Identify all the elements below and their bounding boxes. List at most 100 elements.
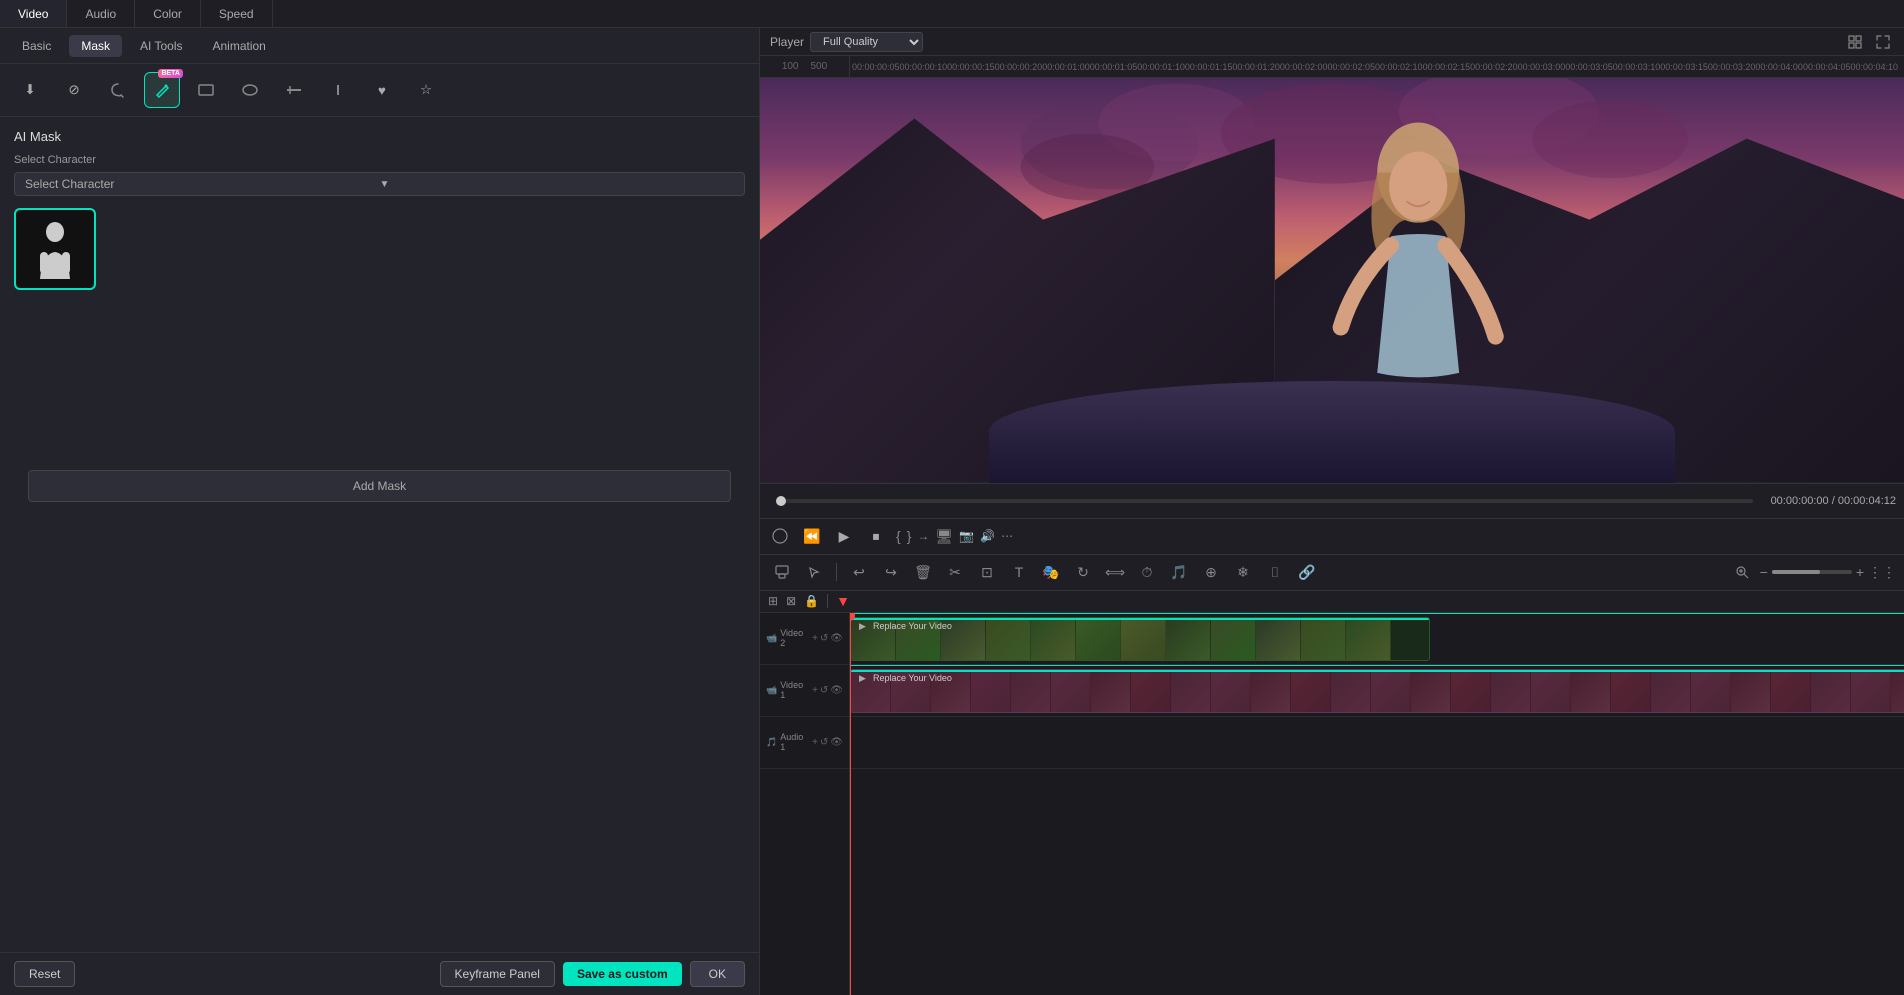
ruler-spacer: 100 500 <box>760 56 850 77</box>
clip-video2[interactable]: Replace Your Video ▶ <box>850 617 1430 661</box>
subtab-basic[interactable]: Basic <box>10 35 63 57</box>
lasso-tool-btn[interactable] <box>100 72 136 108</box>
clip-v2-label: Replace Your Video <box>873 621 952 631</box>
toolbar-link-btn[interactable]: 🔗 <box>1293 558 1321 586</box>
left-bottom-bar: Reset Keyframe Panel Save as custom OK <box>0 952 759 995</box>
toolbar-more-btn[interactable]: ⋮⋮ <box>1868 558 1896 586</box>
ai-mask-section: AI Mask Select Character Select Characte… <box>0 117 759 952</box>
toolbar-select-btn[interactable] <box>800 558 828 586</box>
add-mask-button[interactable]: Add Mask <box>28 470 731 502</box>
playhead-marker-icon: ▼ <box>836 593 850 609</box>
track-row-audio1 <box>850 717 1904 769</box>
bracket-left-icon[interactable]: { <box>896 528 901 544</box>
camera-icon[interactable]: 📷 <box>959 529 974 543</box>
fullscreen-icon[interactable] <box>1872 31 1894 53</box>
screen-icon[interactable]: 🖥 <box>935 528 953 545</box>
toolbar-redo-btn[interactable]: ↪ <box>877 558 905 586</box>
step-back-btn[interactable]: ⏪ <box>800 524 824 548</box>
toolbar-text-btn[interactable]: T <box>1005 558 1033 586</box>
tab-audio[interactable]: Audio <box>67 0 135 27</box>
film-frame <box>1531 670 1571 712</box>
toolbar-sticker-btn[interactable]: 🎭 <box>1037 558 1065 586</box>
star-tool-btn[interactable]: ☆ <box>408 72 444 108</box>
toolbar-flip-btn[interactable]: ⟺ <box>1101 558 1129 586</box>
right-panel: Player Full Quality Half Quality Quarter… <box>760 28 1904 995</box>
vline-tool-btn[interactable] <box>320 72 356 108</box>
track-row-video1: Replace Your Video ▶ <box>850 665 1904 717</box>
subtab-ai-tools[interactable]: AI Tools <box>128 35 194 57</box>
ruler-current-mark: 500 <box>811 61 828 72</box>
film-frame <box>1251 670 1291 712</box>
track-lock-icon[interactable]: 🔒 <box>804 594 819 608</box>
track-label-video2: 📹 Video 2 + ↺ 👁 <box>760 613 849 665</box>
person-layer <box>1218 118 1618 482</box>
pen-tool-btn[interactable]: BETA <box>144 72 180 108</box>
tab-color[interactable]: Color <box>135 0 201 27</box>
toolbar-zoom-in-btn[interactable] <box>1728 558 1756 586</box>
heart-tool-btn[interactable]: ♥ <box>364 72 400 108</box>
film-frame <box>1011 670 1051 712</box>
v2-replace-icon[interactable]: ↺ <box>820 633 828 644</box>
playback-progress[interactable] <box>776 499 1753 503</box>
download-tool-btn[interactable]: ⬇ <box>12 72 48 108</box>
v1-replace-icon[interactable]: ↺ <box>820 685 828 696</box>
v2-hide-icon[interactable]: 👁 <box>830 633 843 644</box>
toolbar-speed-btn[interactable]: ⏱ <box>1133 558 1161 586</box>
ellipse-tool-btn[interactable] <box>232 72 268 108</box>
toolbar-split-btn[interactable]: ⌷ <box>1261 558 1289 586</box>
save-custom-button[interactable]: Save as custom <box>563 962 682 986</box>
reset-button[interactable]: Reset <box>14 961 75 987</box>
add-track-icon[interactable]: ⊞ <box>768 594 778 608</box>
ok-button[interactable]: OK <box>690 961 745 987</box>
quality-select[interactable]: Full Quality Half Quality Quarter Qualit… <box>810 32 923 52</box>
toolbar-crop-btn[interactable]: ⊡ <box>973 558 1001 586</box>
keyframe-panel-button[interactable]: Keyframe Panel <box>440 961 555 987</box>
volume-icon[interactable]: 🔊 <box>980 529 995 543</box>
bracket-right-icon[interactable]: } <box>907 528 912 544</box>
toolbar-cut-btn[interactable]: ✂ <box>941 558 969 586</box>
toolbar-cursor-btn[interactable] <box>768 558 796 586</box>
zoom-out-icon[interactable]: − <box>1760 564 1768 580</box>
tab-video[interactable]: Video <box>0 0 67 27</box>
track-toggle-icon[interactable]: ⊠ <box>786 594 796 608</box>
clip-v1-top <box>851 670 1904 672</box>
toolbar-replace-btn[interactable]: ⊕ <box>1197 558 1225 586</box>
film-frame <box>1131 670 1171 712</box>
subtab-animation[interactable]: Animation <box>200 35 277 57</box>
more-icon[interactable]: ⋯ <box>1001 529 1013 543</box>
grid-view-icon[interactable] <box>1844 31 1866 53</box>
player-label: Player <box>770 35 804 49</box>
stop-btn[interactable]: ⏹ <box>864 524 888 548</box>
v1-hide-icon[interactable]: 👁 <box>830 685 843 696</box>
toolbar-rotate-btn[interactable]: ↻ <box>1069 558 1097 586</box>
a1-add-icon[interactable]: + <box>812 737 818 748</box>
subtab-mask[interactable]: Mask <box>69 35 122 57</box>
a1-hide-icon[interactable]: 👁 <box>830 737 843 748</box>
beta-badge: BETA <box>158 69 183 78</box>
film-frame <box>1171 670 1211 712</box>
a1-replace-icon[interactable]: ↺ <box>820 737 828 748</box>
rect-tool-btn[interactable] <box>188 72 224 108</box>
tab-speed[interactable]: Speed <box>201 0 273 27</box>
ban-tool-btn[interactable]: ⊘ <box>56 72 92 108</box>
film-frame <box>1121 618 1166 660</box>
chevron-down-icon: ▼ <box>380 179 735 190</box>
arrow-right-icon[interactable]: → <box>917 529 929 543</box>
back-to-start-btn[interactable] <box>768 524 792 548</box>
zoom-slider[interactable] <box>1772 570 1852 574</box>
play-btn[interactable]: ▶ <box>832 524 856 548</box>
toolbar-audio-btn[interactable]: 🎵 <box>1165 558 1193 586</box>
preview-scene <box>760 78 1904 483</box>
v2-add-icon[interactable]: + <box>812 633 818 644</box>
toolbar-delete-btn[interactable]: 🗑 <box>909 558 937 586</box>
zoom-in-icon[interactable]: + <box>1856 564 1864 580</box>
select-character-dropdown[interactable]: Select Character ▼ <box>14 172 745 196</box>
video-canvas <box>760 78 1904 483</box>
v1-add-icon[interactable]: + <box>812 685 818 696</box>
toolbar-undo-btn[interactable]: ↩ <box>845 558 873 586</box>
toolbar-freeze-btn[interactable]: ❄ <box>1229 558 1257 586</box>
character-thumb-1[interactable] <box>14 208 96 290</box>
ruler-content: 00:00:00:05 00:00:00:10 00:00:00:15 00:0… <box>850 56 1904 77</box>
hline-tool-btn[interactable] <box>276 72 312 108</box>
clip-video1[interactable]: Replace Your Video ▶ <box>850 669 1904 713</box>
